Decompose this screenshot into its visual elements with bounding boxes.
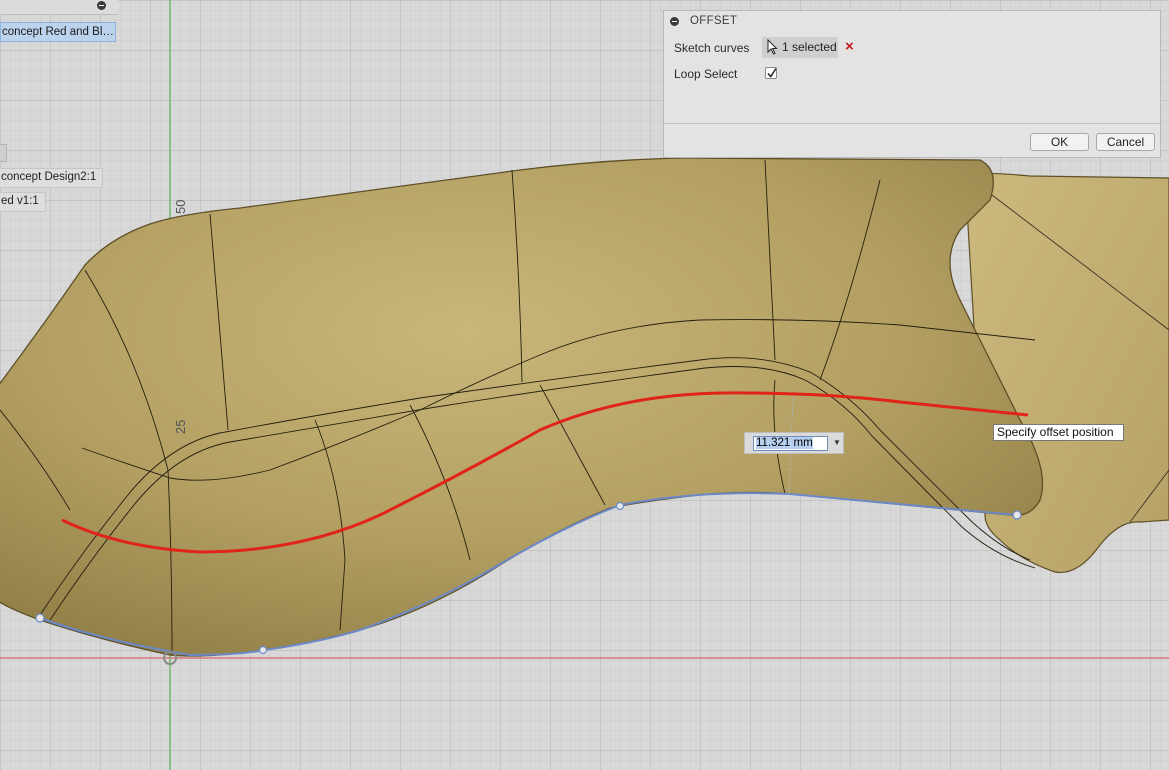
cancel-button[interactable]: Cancel [1096,133,1155,151]
grid-label-50: 50 [173,199,188,214]
offset-distance-box: 11.321 mm ▼ [744,432,844,454]
ok-button[interactable]: OK [1030,133,1089,151]
browser-header [0,0,118,15]
cursor-arrow-icon [767,39,778,55]
offset-dialog: OFFSET Sketch curves 1 selected × Loop S… [663,10,1161,158]
browser-selected-item[interactable]: concept Red and Bl… [0,22,116,42]
loop-select-checkbox[interactable] [765,67,777,79]
loop-select-label: Loop Select [674,67,738,81]
offset-tooltip: Specify offset position [993,424,1124,441]
browser-tab-handle[interactable] [0,144,7,162]
sketch-curves-selector[interactable]: 1 selected [762,37,838,58]
browser-row-design[interactable]: concept Design2:1 [0,168,104,188]
chevron-down-icon[interactable]: ▼ [833,437,841,449]
dialog-titlebar[interactable]: OFFSET [664,11,1160,32]
dialog-separator [664,123,1160,124]
browser-row-v1[interactable]: ed v1:1 [0,192,46,212]
offset-distance-value: 11.321 mm [756,437,813,449]
checkmark-icon [767,68,777,78]
clear-selection-icon[interactable]: × [845,38,859,56]
sketch-curves-label: Sketch curves [674,41,750,55]
collapse-icon[interactable] [97,1,106,10]
dialog-title: OFFSET [690,15,738,27]
grid-label-25: 25 [173,419,188,434]
collapse-dialog-icon[interactable] [670,17,679,26]
offset-distance-input[interactable]: 11.321 mm [753,436,828,451]
sketch-curves-value: 1 selected [782,40,837,54]
